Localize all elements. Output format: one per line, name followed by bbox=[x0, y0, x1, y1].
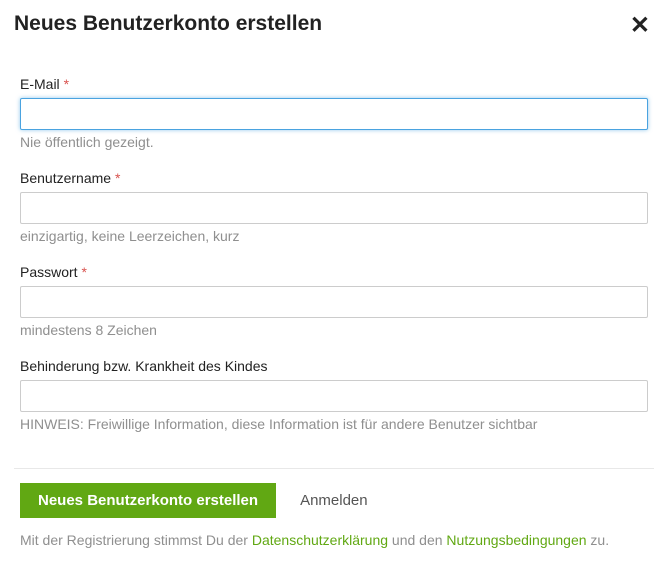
email-input[interactable] bbox=[20, 98, 648, 130]
password-helper: mindestens 8 Zeichen bbox=[20, 322, 648, 338]
modal-footer: Neues Benutzerkonto erstellen Anmelden M… bbox=[14, 468, 654, 548]
email-label: E-Mail * bbox=[20, 76, 648, 92]
username-label: Benutzername * bbox=[20, 170, 648, 186]
close-icon[interactable]: ✕ bbox=[626, 12, 654, 40]
field-disability: Behinderung bzw. Krankheit des Kindes HI… bbox=[20, 358, 648, 432]
create-account-modal: Neues Benutzerkonto erstellen ✕ E-Mail *… bbox=[0, 0, 668, 562]
field-email: E-Mail * Nie öffentlich gezeigt. bbox=[20, 76, 648, 150]
modal-title: Neues Benutzerkonto erstellen bbox=[14, 12, 322, 36]
username-helper: einzigartig, keine Leerzeichen, kurz bbox=[20, 228, 648, 244]
password-label: Passwort * bbox=[20, 264, 648, 280]
disability-input[interactable] bbox=[20, 380, 648, 412]
email-helper: Nie öffentlich gezeigt. bbox=[20, 134, 648, 150]
required-marker: * bbox=[115, 170, 120, 186]
create-account-button[interactable]: Neues Benutzerkonto erstellen bbox=[20, 483, 276, 518]
disability-label: Behinderung bzw. Krankheit des Kindes bbox=[20, 358, 648, 374]
password-input[interactable] bbox=[20, 286, 648, 318]
modal-header: Neues Benutzerkonto erstellen ✕ bbox=[14, 12, 654, 40]
required-marker: * bbox=[64, 76, 69, 92]
field-username: Benutzername * einzigartig, keine Leerze… bbox=[20, 170, 648, 244]
action-row: Neues Benutzerkonto erstellen Anmelden bbox=[20, 483, 648, 518]
privacy-link[interactable]: Datenschutzerklärung bbox=[252, 532, 388, 548]
field-password: Passwort * mindestens 8 Zeichen bbox=[20, 264, 648, 338]
consent-text: Mit der Registrierung stimmst Du der Dat… bbox=[20, 532, 648, 548]
signup-form: E-Mail * Nie öffentlich gezeigt. Benutze… bbox=[14, 76, 654, 432]
login-link[interactable]: Anmelden bbox=[300, 492, 368, 509]
disability-helper: HINWEIS: Freiwillige Information, diese … bbox=[20, 416, 648, 432]
terms-link[interactable]: Nutzungsbedingungen bbox=[446, 532, 586, 548]
required-marker: * bbox=[81, 264, 86, 280]
username-input[interactable] bbox=[20, 192, 648, 224]
